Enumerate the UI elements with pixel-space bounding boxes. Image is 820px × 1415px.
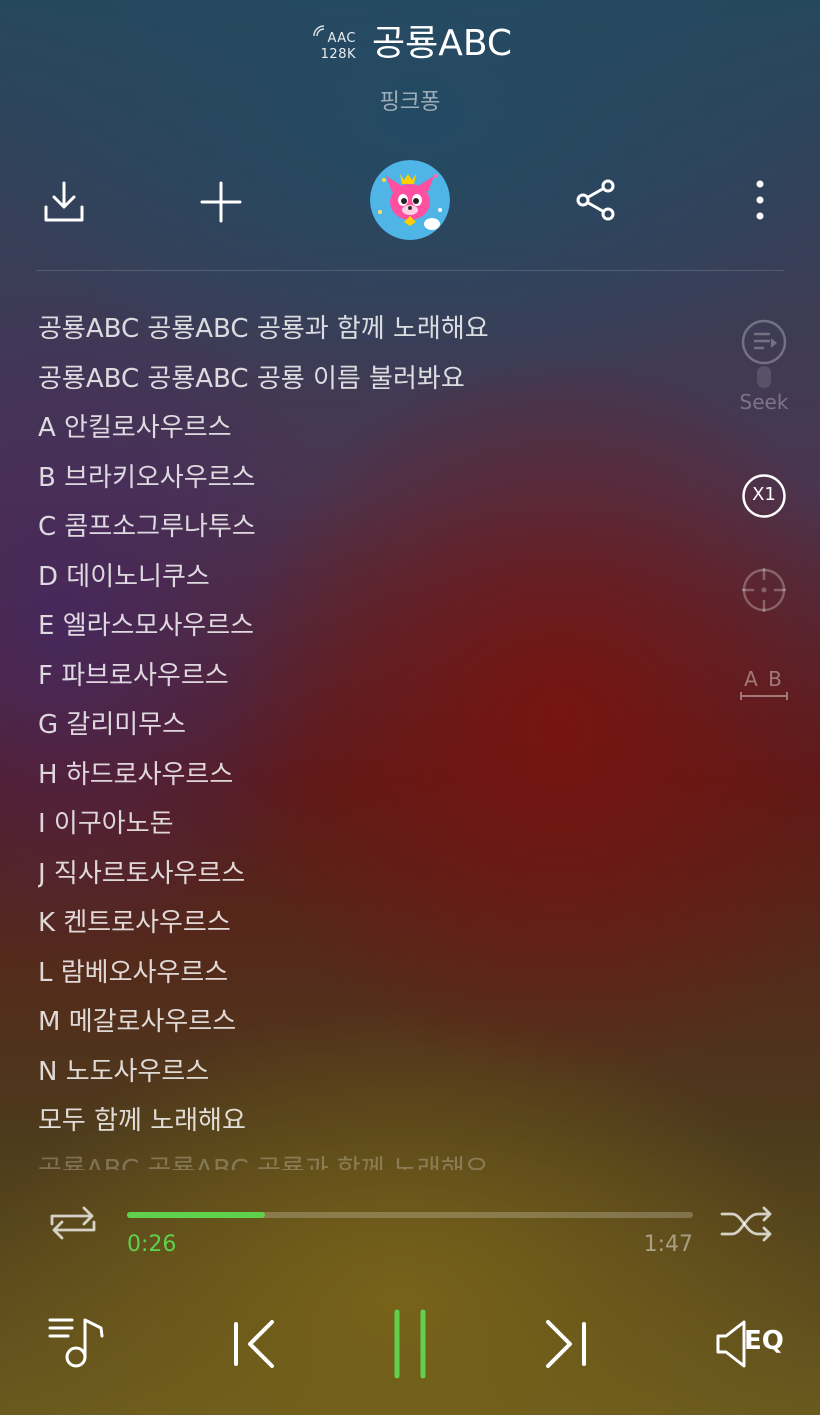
lyric-line[interactable]: 공룡ABC 공룡ABC 공룡과 함께 노래해요 [38, 305, 738, 355]
lyric-line[interactable]: B 브라키오사우르스 [38, 454, 738, 504]
plus-icon [200, 181, 242, 223]
share-button[interactable] [566, 170, 626, 230]
lyric-line[interactable]: L 람베오사우르스 [38, 949, 738, 999]
next-button[interactable] [542, 1316, 592, 1376]
add-to-playlist-button[interactable] [191, 172, 251, 232]
equalizer-button[interactable]: EQ [714, 1316, 786, 1372]
eq-label: EQ [744, 1326, 784, 1356]
artist-name[interactable]: 핑크퐁 [0, 84, 820, 116]
more-options-button[interactable] [730, 170, 790, 230]
ab-repeat-label: A B [744, 667, 784, 691]
lyrics-list[interactable]: 공룡ABC 공룡ABC 공룡과 함께 노래해요 공룡ABC 공룡ABC 공룡 이… [38, 305, 738, 1170]
download-button[interactable] [34, 172, 94, 232]
playback-speed-button[interactable]: X1 [738, 473, 790, 519]
playlist-icon [48, 1318, 104, 1368]
lyric-line[interactable]: H 하드로사우르스 [38, 751, 738, 801]
speed-label: X1 [752, 484, 776, 505]
album-art[interactable] [370, 160, 450, 240]
lyric-line[interactable]: G 갈리미무스 [38, 701, 738, 751]
lyric-line[interactable]: 모두 함께 노래해요 [38, 1097, 738, 1147]
previous-icon [234, 1320, 274, 1368]
current-time: 0:26 [127, 1232, 177, 1257]
toolbar-divider [36, 270, 784, 271]
repeat-button[interactable] [44, 1202, 102, 1248]
lyric-line[interactable]: E 엘라스모사우르스 [38, 602, 738, 652]
seek-lyric-button[interactable]: Seek [738, 318, 790, 414]
previous-button[interactable] [228, 1316, 278, 1376]
more-vertical-icon [756, 180, 764, 220]
lyric-line-faded: 공룡ABC 공룡ABC 공룡과 함께 노래해요 [38, 1155, 489, 1170]
lyric-line[interactable]: D 데이노니쿠스 [38, 553, 738, 603]
lyric-line[interactable]: N 노도사우르스 [38, 1048, 738, 1098]
total-time: 1:47 [643, 1232, 693, 1257]
lyric-line[interactable]: F 파브로사우르스 [38, 652, 738, 702]
lyric-line[interactable]: K 켄트로사우르스 [38, 899, 738, 949]
ab-range-icon [740, 692, 788, 700]
share-icon [576, 179, 615, 221]
lyric-line[interactable]: I 이구아노돈 [38, 800, 738, 850]
next-icon [546, 1320, 586, 1368]
repeat-icon [50, 1206, 96, 1240]
pause-icon [394, 1309, 426, 1379]
sync-position-button[interactable] [738, 566, 790, 614]
progress-fill [127, 1212, 265, 1218]
playlist-button[interactable] [46, 1312, 110, 1376]
shuffle-icon [720, 1206, 772, 1242]
shuffle-button[interactable] [718, 1204, 776, 1248]
crosshair-icon [742, 568, 786, 612]
seek-label: Seek [739, 390, 789, 414]
song-title: 공룡ABC [372, 23, 513, 64]
codec-badge: AAC 128K [312, 24, 356, 66]
lyric-line[interactable]: J 직사르토사우르스 [38, 850, 738, 900]
pinkfong-avatar-icon [370, 160, 450, 240]
lyric-line[interactable]: C 콤프소그루나투스 [38, 503, 738, 553]
codec-format: AAC [327, 31, 356, 46]
download-icon [44, 181, 84, 222]
signal-icon [313, 25, 325, 37]
ab-repeat-button[interactable]: A B [738, 668, 790, 702]
progress-bar[interactable] [127, 1212, 693, 1218]
codec-bitrate: 128K [320, 47, 356, 62]
lyric-line[interactable]: 공룡ABC 공룡ABC 공룡 이름 불러봐요 [38, 355, 738, 405]
pause-button[interactable] [390, 1308, 430, 1384]
lyric-seek-icon [741, 319, 787, 388]
lyric-line[interactable]: M 메갈로사우르스 [38, 998, 738, 1048]
lyric-line[interactable]: A 안킬로사우르스 [38, 404, 738, 454]
